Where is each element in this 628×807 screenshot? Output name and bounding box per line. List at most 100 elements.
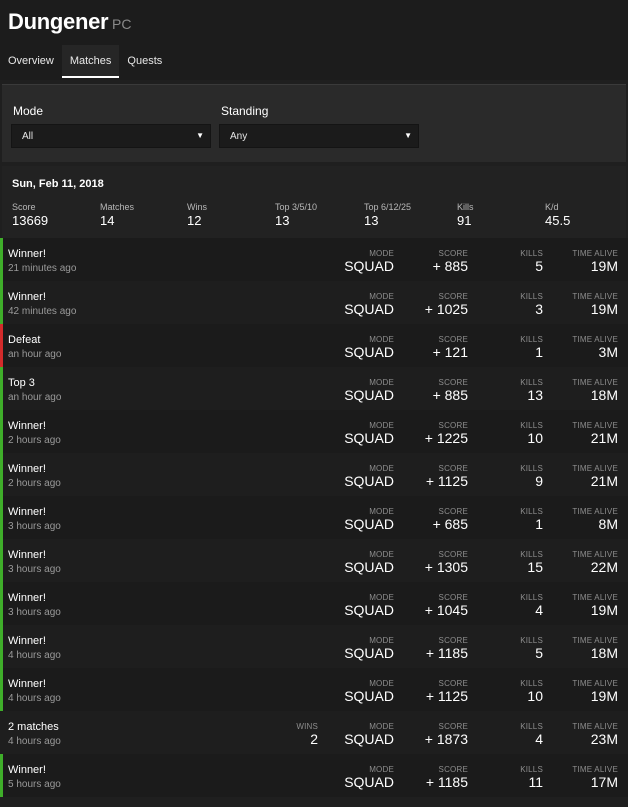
mode-select[interactable]: All ▼ — [11, 124, 211, 148]
match-list: Winner! 21 minutes ago MODE SQUAD SCORE + 885… — [0, 238, 628, 797]
match-row[interactable]: Winner! 4 hours ago MODE SQUAD SCORE + 1125 KI… — [0, 668, 628, 711]
match-kills: KILLS 11 — [520, 765, 543, 790]
match-row[interactable]: Top 3 an hour ago MODE SQUAD SCORE + 885 KILLS… — [0, 367, 628, 410]
score-label: SCORE — [438, 249, 468, 258]
profile-header: Dungener PC Overview Matches Quests — [0, 0, 628, 80]
score-value: + 1185 — [425, 774, 468, 790]
match-time-alive: TIME ALIVE 3M — [572, 335, 618, 360]
tab-matches[interactable]: Matches — [61, 45, 120, 78]
kills-label: KILLS — [520, 765, 543, 774]
kills-label: KILLS — [520, 335, 543, 344]
match-time: 2 hours ago — [8, 478, 61, 489]
match-kills: KILLS 10 — [520, 421, 543, 446]
match-score: SCORE + 121 — [433, 335, 468, 360]
mode-value: SQUAD — [344, 387, 394, 403]
match-result: Defeat — [8, 334, 41, 346]
score-label: SCORE — [438, 679, 468, 688]
standing-select[interactable]: Any ▼ — [219, 124, 419, 148]
tab-overview[interactable]: Overview — [0, 45, 62, 78]
match-mode: MODE SQUAD — [344, 421, 394, 446]
mode-value: SQUAD — [344, 731, 394, 747]
match-score: SCORE + 685 — [433, 507, 468, 532]
match-row[interactable]: Winner! 2 hours ago MODE SQUAD SCORE + 1125 KI… — [0, 453, 628, 496]
stat-label: Top 6/12/25 — [364, 202, 412, 212]
mode-value: SQUAD — [344, 774, 394, 790]
match-score: SCORE + 1185 — [426, 636, 468, 661]
score-value: + 1025 — [424, 301, 468, 317]
match-time: 4 hours ago — [8, 650, 61, 661]
match-time: 21 minutes ago — [8, 263, 77, 274]
match-time-alive: TIME ALIVE 19M — [572, 249, 618, 274]
time-alive-value: 19M — [590, 258, 618, 274]
kills-label: KILLS — [520, 378, 543, 387]
match-kills: KILLS 9 — [520, 464, 543, 489]
match-wins: WINS 2 — [296, 722, 318, 747]
mode-label: MODE — [369, 335, 394, 344]
match-time: 4 hours ago — [8, 693, 61, 704]
time-alive-label: TIME ALIVE — [572, 593, 618, 602]
time-alive-value: 21M — [590, 430, 618, 446]
kills-label: KILLS — [520, 550, 543, 559]
score-value: + 1125 — [425, 473, 468, 489]
score-label: SCORE — [438, 765, 468, 774]
match-score: SCORE + 1125 — [426, 464, 468, 489]
tab-quests[interactable]: Quests — [119, 45, 170, 78]
score-label: SCORE — [438, 292, 468, 301]
time-alive-value: 17M — [590, 774, 618, 790]
stat-value: 14 — [100, 213, 115, 228]
time-alive-value: 23M — [590, 731, 618, 747]
mode-value: SQUAD — [344, 258, 394, 274]
match-row[interactable]: Winner! 4 hours ago MODE SQUAD SCORE + 1185 KI… — [0, 625, 628, 668]
match-time-alive: TIME ALIVE 8M — [572, 507, 618, 532]
tab-bar: Overview Matches Quests — [0, 45, 170, 78]
match-result: Winner! — [8, 506, 46, 518]
score-value: + 1045 — [424, 602, 468, 618]
match-row[interactable]: Winner! 2 hours ago MODE SQUAD SCORE + 1225 KI… — [0, 410, 628, 453]
match-row[interactable]: Winner! 21 minutes ago MODE SQUAD SCORE + 885… — [0, 238, 628, 281]
kills-value: 1 — [535, 516, 543, 532]
kills-value: 4 — [535, 602, 543, 618]
score-label: SCORE — [438, 335, 468, 344]
kills-value: 5 — [535, 645, 543, 661]
stat-value: 45.5 — [545, 213, 571, 228]
match-time-alive: TIME ALIVE 21M — [572, 421, 618, 446]
time-alive-label: TIME ALIVE — [572, 679, 618, 688]
match-time: 3 hours ago — [8, 607, 61, 618]
match-row[interactable]: Winner! 3 hours ago MODE SQUAD SCORE + 1305 KI… — [0, 539, 628, 582]
time-alive-label: TIME ALIVE — [572, 722, 618, 731]
match-row[interactable]: Winner! 3 hours ago MODE SQUAD SCORE + 685 KIL… — [0, 496, 628, 539]
mode-label: MODE — [369, 550, 394, 559]
match-time: 2 hours ago — [8, 435, 61, 446]
match-time: 42 minutes ago — [8, 306, 77, 317]
match-time-alive: TIME ALIVE 19M — [572, 292, 618, 317]
kills-value: 11 — [528, 774, 543, 790]
match-row[interactable]: Defeat an hour ago MODE SQUAD SCORE + 121 KILL… — [0, 324, 628, 367]
score-value: + 885 — [432, 387, 468, 403]
match-result: Winner! — [8, 635, 46, 647]
mode-value: SQUAD — [344, 645, 394, 661]
platform-label: PC — [112, 16, 132, 32]
match-row[interactable]: 2 matches 4 hours ago WINS 2 MODE SQUAD SCORE +… — [0, 711, 628, 754]
match-score: SCORE + 1305 — [425, 550, 468, 575]
match-mode: MODE SQUAD — [344, 722, 394, 747]
score-label: SCORE — [438, 421, 468, 430]
match-row[interactable]: Winner! 5 hours ago MODE SQUAD SCORE + 1185 KI… — [0, 754, 628, 797]
match-row[interactable]: Winner! 3 hours ago MODE SQUAD SCORE + 1045 KI… — [0, 582, 628, 625]
score-value: + 121 — [432, 344, 468, 360]
kills-label: KILLS — [520, 292, 543, 301]
score-value: + 1873 — [424, 731, 468, 747]
match-mode: MODE SQUAD — [344, 292, 394, 317]
time-alive-value: 19M — [590, 301, 618, 317]
kills-value: 1 — [535, 344, 543, 360]
mode-label: MODE — [369, 421, 394, 430]
mode-label: MODE — [369, 249, 394, 258]
mode-value: SQUAD — [344, 344, 394, 360]
match-mode: MODE SQUAD — [344, 593, 394, 618]
match-kills: KILLS 1 — [520, 335, 543, 360]
match-row[interactable]: Winner! 42 minutes ago MODE SQUAD SCORE + 102… — [0, 281, 628, 324]
player-name: Dungener — [8, 9, 109, 34]
stat-label: Top 3/5/10 — [275, 202, 318, 212]
stat-value: 13669 — [12, 213, 49, 228]
stat-label: Kills — [457, 202, 474, 212]
time-alive-label: TIME ALIVE — [572, 464, 618, 473]
